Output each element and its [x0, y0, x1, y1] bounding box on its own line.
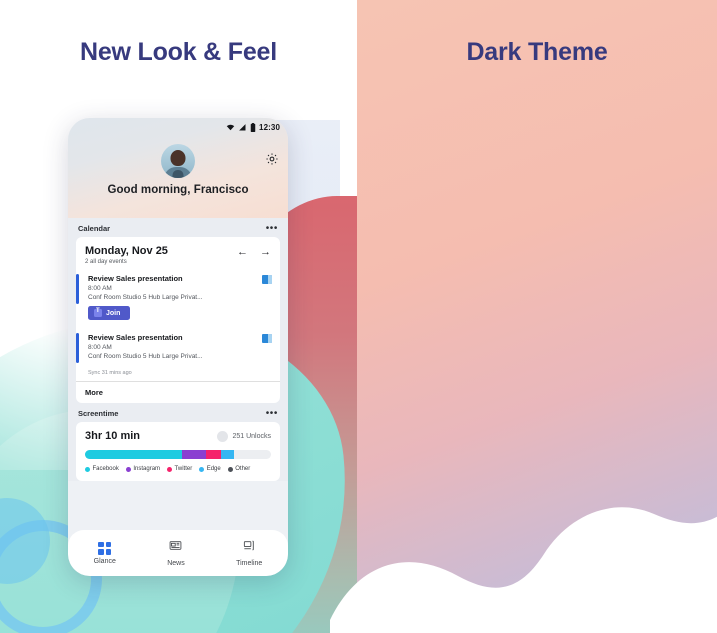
- join-label: Join: [106, 309, 121, 317]
- calendar-event-2[interactable]: Review Sales presentation 8:00 AM Conf R…: [76, 328, 280, 366]
- legend-dot: [167, 466, 173, 472]
- nav-label: Glance: [93, 557, 116, 565]
- decorative-white-wave: [330, 507, 717, 633]
- legend-label: Twitter: [174, 466, 193, 472]
- battery-icon: [250, 119, 256, 137]
- phone-body-light: Calendar ••• Monday, Nov 25 2 all day ev…: [68, 218, 288, 481]
- event-title: Review Sales presentation: [88, 333, 183, 342]
- timeline-icon: [243, 539, 256, 557]
- unlocks-stat: 251 Unlocks: [217, 430, 271, 442]
- screentime-section-header: Screentime •••: [68, 403, 288, 422]
- calendar-event-1[interactable]: Review Sales presentation 8:00 AM Conf R…: [76, 269, 280, 328]
- screentime-summary: 3hr 10 min 251 Unlocks: [76, 422, 280, 442]
- legend-dot: [227, 466, 233, 472]
- prev-day-icon[interactable]: ←: [237, 247, 248, 258]
- gear-icon[interactable]: [265, 152, 279, 166]
- legend-dot: [125, 466, 131, 472]
- status-clock: 12:30: [259, 123, 280, 132]
- status-bar: 12:30: [68, 118, 288, 134]
- bar-segment-twitter: [205, 450, 221, 459]
- screentime-legend: Facebook Instagram Twitter Edge Other: [76, 459, 280, 481]
- calendar-nav-arrows: ← →: [237, 245, 271, 258]
- nav-label: Timeline: [236, 560, 263, 567]
- legend-dot: [85, 466, 90, 472]
- page-title-light: New Look & Feel: [79, 38, 278, 66]
- legend-label: Instagram: [133, 466, 161, 472]
- event-location: Conf Room Studio 5 Hub Large Privat...: [88, 353, 203, 360]
- nav-item-glance[interactable]: Glance: [93, 541, 116, 565]
- legend-label: Facebook: [92, 466, 119, 472]
- unlocks-label: 251 Unlocks: [232, 432, 271, 440]
- legend-label: Edge: [206, 466, 221, 472]
- outlook-icon: [262, 334, 272, 343]
- calendar-overflow-icon[interactable]: •••: [266, 223, 278, 233]
- event-time: 8:00 AM: [88, 285, 112, 292]
- phone-mockup-light: 12:30 Good morning, Francisco Calendar •…: [68, 118, 288, 576]
- bar-segment-instagram: [181, 450, 206, 459]
- event-location: Conf Room Studio 5 Hub Large Privat...: [88, 294, 203, 301]
- nav-label: News: [167, 560, 185, 567]
- nav-item-timeline[interactable]: Timeline: [236, 539, 262, 567]
- event-title: Review Sales presentation: [88, 274, 183, 283]
- teams-icon: [94, 308, 102, 317]
- outlook-icon: [262, 275, 272, 284]
- legend-dot: [199, 466, 205, 472]
- legend-item: Edge: [199, 466, 221, 472]
- calendar-date: Monday, Nov 25: [85, 245, 168, 257]
- calendar-card: Monday, Nov 25 2 all day events ← → Revi…: [76, 237, 280, 403]
- bar-segment-facebook: [85, 450, 182, 459]
- wifi-icon: [226, 119, 235, 137]
- nav-item-news[interactable]: News: [167, 539, 185, 567]
- signal-icon: [238, 119, 247, 137]
- calendar-section-label: Calendar: [78, 224, 111, 233]
- event-accent-bar: [76, 274, 79, 304]
- legend-item: Facebook: [85, 466, 119, 472]
- calendar-subtitle: 2 all day events: [85, 259, 127, 265]
- event-accent-bar: [76, 333, 79, 363]
- screentime-card: 3hr 10 min 251 Unlocks Facebook Instagra…: [76, 422, 280, 481]
- phone-hero-light: 12:30 Good morning, Francisco: [68, 118, 288, 218]
- screentime-section-label: Screentime: [78, 409, 119, 418]
- calendar-card-header: Monday, Nov 25 2 all day events ← →: [76, 237, 280, 269]
- join-button[interactable]: Join: [88, 306, 131, 320]
- bottom-navigation: Glance News Timeline: [68, 530, 288, 576]
- event-time: 8:00 AM: [88, 344, 112, 351]
- bar-segment-edge: [220, 450, 234, 459]
- screentime-bar: [85, 450, 271, 459]
- glance-grid-icon: [98, 541, 112, 555]
- next-day-icon[interactable]: →: [260, 247, 271, 258]
- sync-status: Sync 31 mins ago: [88, 370, 132, 376]
- screentime-total: 3hr 10 min: [85, 430, 141, 442]
- screentime-overflow-icon[interactable]: •••: [266, 408, 278, 418]
- legend-item: Instagram: [125, 466, 161, 472]
- calendar-section-header: Calendar •••: [68, 218, 288, 237]
- greeting-text: Good morning, Francisco: [107, 184, 249, 196]
- fingerprint-icon: [217, 430, 229, 442]
- legend-item: Other: [227, 466, 251, 472]
- avatar[interactable]: [161, 144, 195, 178]
- panel-new-look: New Look & Feel 12:30 Good morning, Fran…: [0, 0, 357, 633]
- screenshot-stage: New Look & Feel 12:30 Good morning, Fran…: [0, 0, 717, 633]
- legend-label: Other: [235, 466, 251, 472]
- more-button[interactable]: More: [76, 381, 280, 403]
- legend-item: Twitter: [167, 466, 192, 472]
- page-title-dark: Dark Theme: [466, 38, 608, 66]
- news-icon: [169, 539, 182, 557]
